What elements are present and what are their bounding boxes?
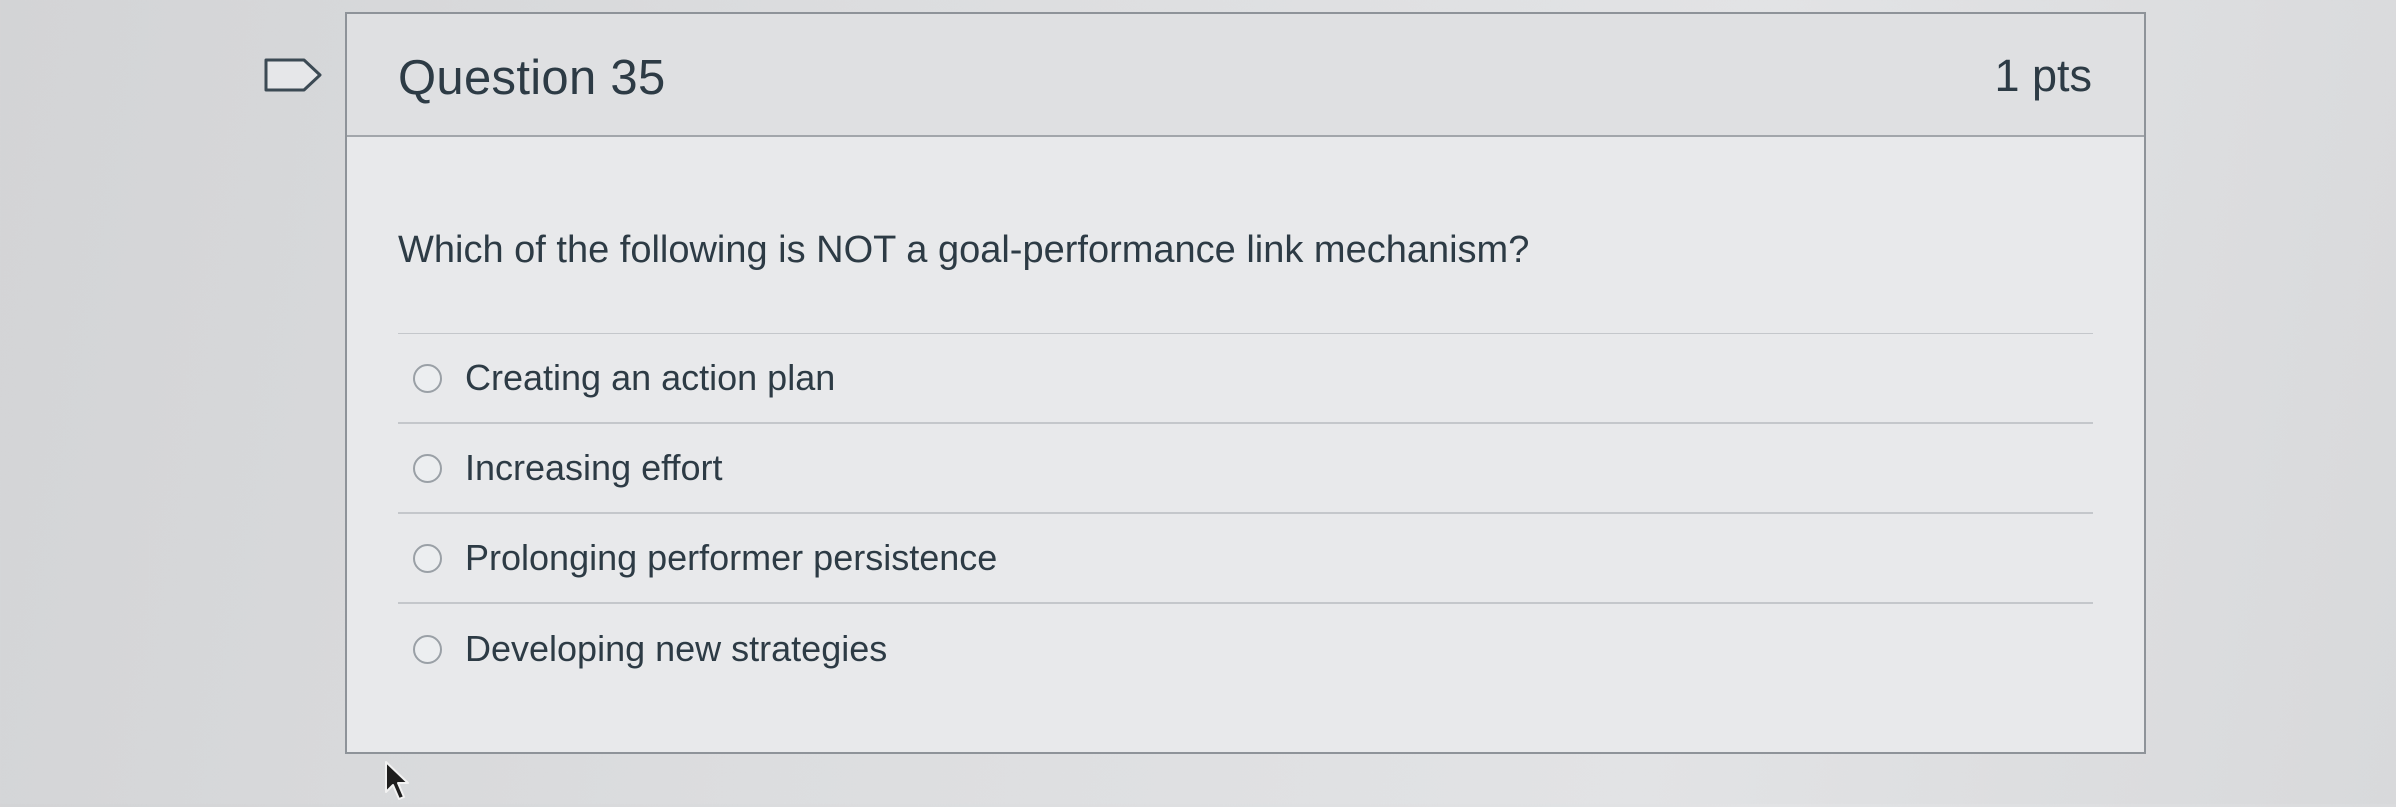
question-text: Which of the following is NOT a goal-per… xyxy=(398,229,1530,271)
answer-label: Increasing effort xyxy=(465,447,723,488)
radio-button-icon[interactable] xyxy=(413,363,442,393)
question-body: Which of the following is NOT a goal-per… xyxy=(347,137,2144,752)
question-card: Question 35 1 pts Which of the following… xyxy=(345,12,2146,754)
question-points: 1 pts xyxy=(1994,50,2092,101)
answer-option[interactable]: Prolonging performer persistence xyxy=(398,514,2093,604)
question-title: Question 35 xyxy=(398,51,666,105)
answer-list: Creating an action plan Increasing effor… xyxy=(398,333,2093,694)
answer-label: Creating an action plan xyxy=(465,357,836,398)
radio-button-icon[interactable] xyxy=(413,453,442,483)
mouse-pointer-icon xyxy=(384,760,416,802)
answer-label: Developing new strategies xyxy=(465,628,888,669)
radio-button-icon[interactable] xyxy=(413,543,442,573)
answer-option[interactable]: Increasing effort xyxy=(398,424,2093,514)
flag-question-icon[interactable] xyxy=(264,58,322,92)
answer-option[interactable]: Creating an action plan xyxy=(398,334,2093,424)
question-header: Question 35 1 pts xyxy=(347,14,2144,137)
radio-button-icon[interactable] xyxy=(413,634,442,664)
answer-option[interactable]: Developing new strategies xyxy=(398,604,2093,694)
answer-label: Prolonging performer persistence xyxy=(465,537,998,578)
